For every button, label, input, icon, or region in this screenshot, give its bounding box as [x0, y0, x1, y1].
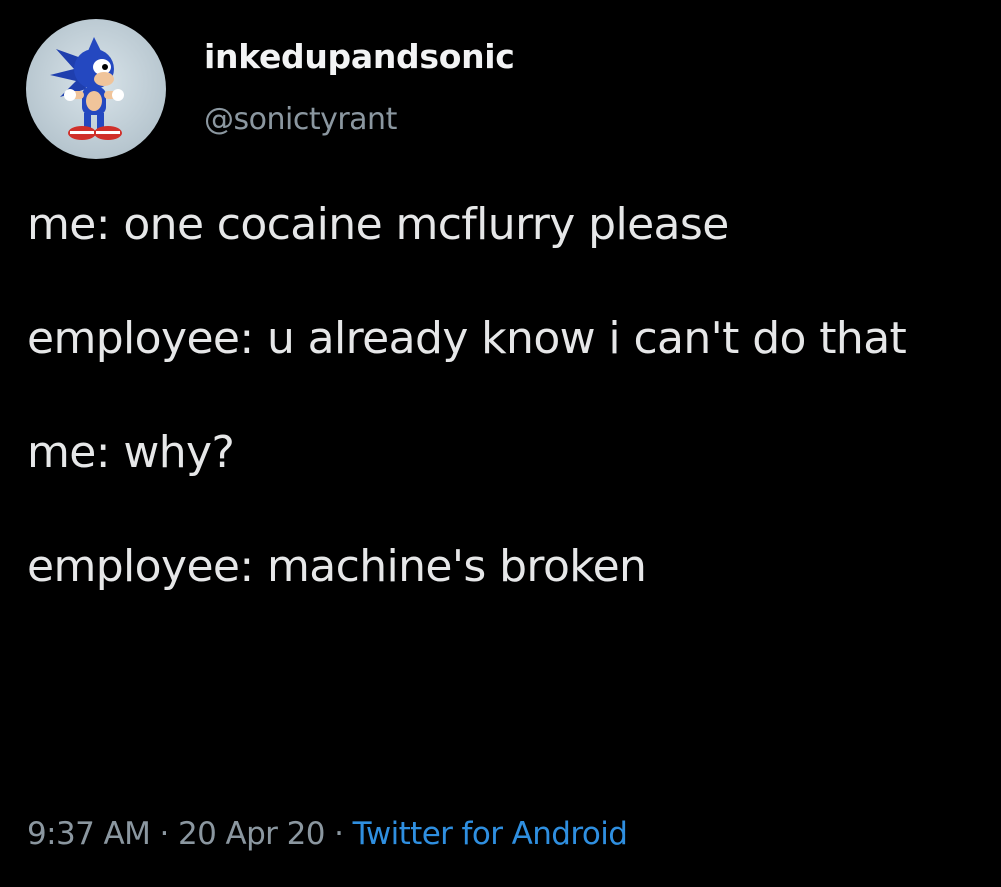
tweet-spacer: [27, 481, 977, 538]
tweet-meta: 9:37 AM · 20 Apr 20 · Twitter for Androi…: [27, 812, 628, 856]
user-names: inkedupandsonic @sonictyrant: [204, 36, 515, 140]
tweet-text: me: one cocaine mcflurry please employee…: [27, 196, 977, 595]
tweet-date[interactable]: 20 Apr 20: [178, 816, 325, 852]
meta-separator: ·: [150, 816, 178, 852]
tweet-spacer: [27, 253, 977, 310]
tweet-time[interactable]: 9:37 AM: [27, 816, 151, 852]
tweet-line: me: one cocaine mcflurry please: [27, 199, 729, 250]
tweet-card: inkedupandsonic @sonictyrant me: one coc…: [0, 0, 1001, 887]
meta-separator: ·: [324, 816, 353, 852]
tweet-spacer: [27, 367, 977, 424]
tweet-source[interactable]: Twitter for Android: [353, 816, 628, 852]
display-name[interactable]: inkedupandsonic: [204, 36, 515, 78]
tweet-line: me: why?: [27, 427, 235, 478]
user-handle[interactable]: @sonictyrant: [204, 100, 515, 140]
sonic-avatar-icon: [50, 36, 124, 140]
tweet-line: employee: machine's broken: [27, 541, 647, 592]
tweet-header: inkedupandsonic @sonictyrant: [26, 16, 515, 161]
avatar[interactable]: [26, 18, 166, 159]
tweet-line: employee: u already know i can't do that: [27, 313, 907, 364]
